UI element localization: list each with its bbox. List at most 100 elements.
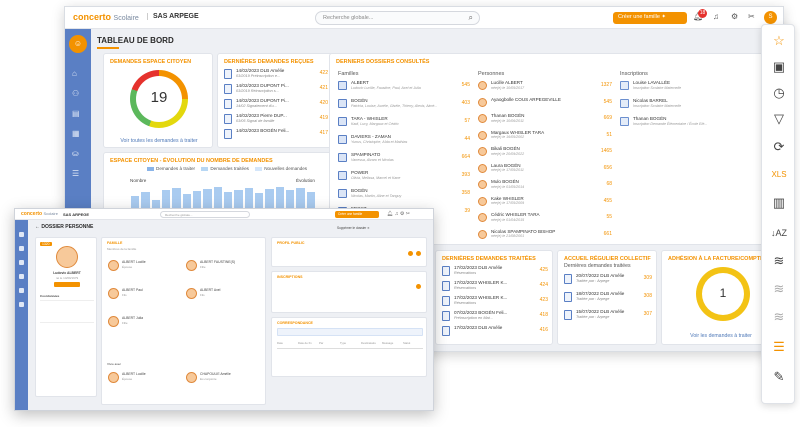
- file-subtitle: Patricia, Louise, Aurèle, Gisèle, Thierr…: [351, 103, 438, 108]
- filter-icon[interactable]: ▽: [769, 109, 789, 129]
- columns-icon[interactable]: ▥: [769, 193, 789, 213]
- member-name[interactable]: ALBERT Lucille: [122, 372, 146, 376]
- request-number: 422: [319, 70, 328, 76]
- card-title: DERNIÈRES DEMANDES TRAITÉES: [442, 256, 536, 262]
- layers-disabled-icon[interactable]: ≋: [769, 307, 789, 327]
- file-row[interactable]: BOGÉN Nicolas, Martin, Aline et Tanguy 358: [338, 188, 470, 201]
- request-row[interactable]: 14/02/2023 DUPONT Pi... 03/2019 Réinscrip…: [224, 83, 328, 97]
- create-family-button[interactable]: Créer une famille: [335, 211, 379, 218]
- home-logo-icon[interactable]: ☺: [69, 35, 87, 53]
- request-row[interactable]: 14/02/2023 BOGÉN Feli... 417: [224, 128, 328, 142]
- member-name[interactable]: CHAPOULIE Amélie: [200, 372, 231, 376]
- edit-icon[interactable]: [416, 251, 421, 256]
- tools-icon[interactable]: ✂: [748, 12, 755, 21]
- request-row[interactable]: 14/02/2023 Pierre DUP... 03/05 Signal de …: [224, 113, 328, 127]
- member-role: Fille: [122, 321, 128, 325]
- member-name[interactable]: ALBERT Paul: [122, 288, 143, 292]
- member-name[interactable]: ALBERT Julia: [122, 316, 143, 320]
- dashboard-icon[interactable]: ⌂: [72, 69, 84, 79]
- edit-doc-icon[interactable]: ✎: [769, 367, 789, 387]
- file-row[interactable]: Nicolas SPAMPINATO BISHOP née(e) le 21/08…: [478, 229, 612, 242]
- request-row[interactable]: 17/02/2023 DLB Amélie 416: [442, 325, 548, 339]
- file-row[interactable]: Thanan BOGÉN Inscription Demande Élémenta…: [620, 116, 774, 129]
- file-row[interactable]: SPAMPINATO Vanessa, Alvaro et Nicolas 664: [338, 152, 470, 165]
- regular-care-card: ACCUEIL RÉGULIER COLLECTIF Dernières dem…: [557, 250, 657, 345]
- request-title: 15/07/2022 DLB Amélie: [576, 309, 625, 314]
- request-row[interactable]: 18/07/2022 DLB Amélie Traitée par : Arpeg…: [564, 291, 652, 305]
- request-row[interactable]: 20/07/2022 DLB Amélie Traitée par : Arpeg…: [564, 273, 652, 287]
- layers-icon[interactable]: ≋: [769, 251, 789, 271]
- card-title: PROFIL PUBLIC: [277, 241, 305, 245]
- app-logo[interactable]: concerto Scolaire: [73, 12, 139, 22]
- sort-az-icon[interactable]: ↓AZ: [769, 223, 789, 243]
- card-subtitle: Dernières demandes traitées: [564, 263, 631, 269]
- file-row[interactable]: Margaux WHISLER TARA née(e) le 16/05/2002…: [478, 130, 612, 143]
- gear-icon[interactable]: ⚙: [731, 12, 738, 21]
- file-row[interactable]: POWER Olivia, Melissa, Marcel et Kane 393: [338, 170, 470, 183]
- request-row[interactable]: 14/02/2023 DLB Amélie 03/2019 Préinscript…: [224, 68, 328, 82]
- favorite-doc-icon[interactable]: ☆: [769, 31, 789, 51]
- right-toolbar: ☆ ▣ ◷ ▽ ⟳ XLS ▥ ↓AZ ≋ ≋ ≋ ☰ ✎: [761, 24, 795, 404]
- file-row[interactable]: DAVIERS - ZAMAN Yunus, Christophe, Aïda e…: [338, 134, 470, 147]
- save-icon[interactable]: ▣: [769, 57, 789, 77]
- edit-icon[interactable]: [408, 251, 413, 256]
- user-avatar[interactable]: S: [764, 11, 777, 24]
- calendar-icon[interactable]: ▦: [72, 129, 84, 139]
- request-row[interactable]: 17/02/2023 DLB Amélie Réservations 425: [442, 265, 548, 279]
- request-number: 418: [539, 312, 548, 318]
- file-subtitle: Kadi, Lucy, Margaux et Cédric: [351, 121, 399, 126]
- request-row[interactable]: 14/02/2023 DUPONT Pi... 14/02 Signalement…: [224, 98, 328, 112]
- global-search-input[interactable]: Recherche globale... ⌕: [315, 11, 480, 25]
- billing-icon[interactable]: ⛀: [72, 149, 84, 159]
- family-icon[interactable]: ⚇: [72, 89, 84, 99]
- page-title: ← DOSSIER PERSONNE: [35, 224, 94, 230]
- file-row[interactable]: BOGÉN Patricia, Louise, Aurèle, Gisèle, T…: [338, 98, 470, 111]
- create-family-button[interactable]: Créer une famille ✦: [613, 12, 687, 24]
- global-search-input[interactable]: Recherche globale...: [160, 211, 250, 218]
- request-row[interactable]: 07/02/2023 BOGÉN Feli... Préinscription e…: [442, 310, 548, 324]
- file-row[interactable]: Cédric WHISLER TARA née(e) le 01/04/2015 5…: [478, 212, 612, 225]
- person-avatar-icon: [478, 147, 487, 156]
- document-icon: [564, 274, 572, 284]
- request-row[interactable]: 17/02/2023 WHISLER K... Réservations 424: [442, 280, 548, 294]
- alarm-icon[interactable]: ♫: [713, 12, 719, 21]
- person-avatar-icon: [478, 213, 487, 222]
- table-header: Date de fin: [298, 341, 312, 345]
- file-title: Lucille ALBERT: [491, 80, 523, 85]
- refresh-icon[interactable]: ⟳: [769, 137, 789, 157]
- excel-export-icon[interactable]: XLS: [769, 165, 789, 185]
- file-subtitle: Nicolas, Martin, Aline et Tanguy: [351, 193, 402, 198]
- delete-file-button[interactable]: Supprimer le dossier ✕: [337, 226, 370, 230]
- member-avatar: [108, 288, 119, 299]
- request-subtitle: Préinscription en Mat...: [454, 316, 493, 320]
- file-row[interactable]: Lucille ALBERT née(e) le 10/05/2017 1327: [478, 80, 612, 93]
- list-icon[interactable]: ☰: [769, 337, 789, 357]
- member-name[interactable]: ALBERT Lucille: [122, 260, 146, 264]
- app-logo[interactable]: concerto Scolaire: [21, 211, 58, 217]
- file-row[interactable]: ALBERT Ludovic Lucille, Faustine, Paul, A…: [338, 80, 470, 93]
- file-row[interactable]: Mulo BOGÉN née(e) le 01/05/2014 68: [478, 179, 612, 192]
- file-row[interactable]: Kake WHISLER née(e) le 17/05/2009 455: [478, 196, 612, 209]
- edit-icon[interactable]: [416, 284, 421, 289]
- layers-alt-icon[interactable]: ≋: [769, 279, 789, 299]
- member-name[interactable]: ALBERT FAUSTINE(S): [200, 260, 235, 264]
- file-row[interactable]: Louise LAVALLÉE Inscription Scolaire Mate…: [620, 80, 774, 93]
- all-requests-link[interactable]: Voir toutes les demandes à traiter: [104, 138, 214, 144]
- person-birth: né le 14/09/1979: [55, 276, 79, 280]
- file-row[interactable]: Bikali BOGÉN née(e) le 20/09/2022 1465: [478, 146, 612, 159]
- request-number: 417: [319, 130, 328, 136]
- document-time-icon[interactable]: ◷: [769, 83, 789, 103]
- request-row[interactable]: 15/07/2022 DLB Amélie Traitée par : Arpeg…: [564, 309, 652, 323]
- search-icon[interactable]: ⌕: [469, 13, 473, 23]
- adhesion-count: 1: [719, 286, 727, 300]
- file-row[interactable]: TARA - WHISLER Kadi, Lucy, Margaux et Céd…: [338, 116, 470, 129]
- request-row[interactable]: 17/02/2023 WHISLER K... Réservations 423: [442, 295, 548, 309]
- file-row[interactable]: Nicolas BARREL Inscription Scolaire Mater…: [620, 98, 774, 111]
- member-name[interactable]: ALBERT Axel: [200, 288, 220, 292]
- file-row[interactable]: Thanan BOGÉN née(e) le 10/06/2011 669: [478, 113, 612, 126]
- member-avatar: [186, 288, 197, 299]
- file-row[interactable]: Ayaogbolle COUS ARPEGEVILLE 545: [478, 97, 612, 110]
- settings-icon[interactable]: ☰: [72, 169, 84, 179]
- file-row[interactable]: Laura BOGÉN née(e) le 17/05/2011 656: [478, 163, 612, 176]
- school-icon[interactable]: ▤: [72, 109, 84, 119]
